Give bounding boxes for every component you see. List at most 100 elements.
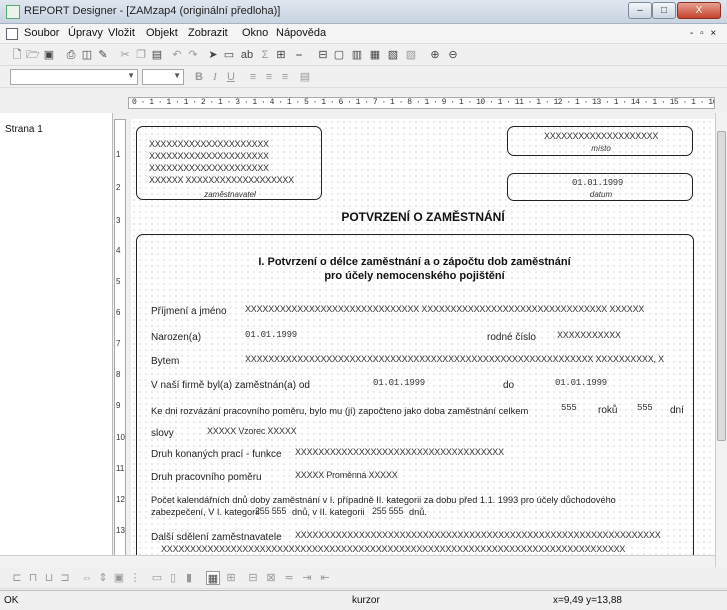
- employment-from-field[interactable]: 01.01.1999: [373, 378, 425, 388]
- section-title-line-1[interactable]: I. Potvrzení o délce zaměstnání a o zápo…: [137, 256, 692, 268]
- place-box[interactable]: XXXXXXXXXXXXXXXXXXXX místo: [507, 126, 693, 156]
- close-button[interactable]: X: [677, 2, 721, 19]
- undo-icon[interactable]: ↶: [170, 48, 184, 62]
- chart-icon[interactable]: ▧: [386, 48, 400, 62]
- tab-back-icon[interactable]: ⇤: [318, 571, 332, 585]
- mdi-controls[interactable]: - ▫ ×: [690, 28, 718, 39]
- field-icon[interactable]: ▭: [222, 48, 236, 62]
- italic-button[interactable]: I: [208, 70, 222, 84]
- more-field[interactable]: XXXXXXXXXXXXXXXXXXXXXXXXXXXXXXXXXXXXXXXX…: [295, 530, 685, 540]
- more-field-line-2[interactable]: XXXXXXXXXXXXXXXXXXXXXXXXXXXXXXXXXXXXXXXX…: [161, 544, 685, 554]
- category-2-field[interactable]: 255 555: [372, 506, 403, 516]
- tab-next-icon[interactable]: ⊠: [264, 571, 278, 585]
- magic-icon[interactable]: ✎: [96, 48, 110, 62]
- same-width-icon[interactable]: ⇔: [80, 571, 94, 585]
- menu-upravy[interactable]: Úpravy: [68, 27, 103, 39]
- align-left-icon[interactable]: ≡: [246, 70, 260, 84]
- relation-field[interactable]: XXXXX Proměnná XXXXX: [295, 470, 398, 480]
- address-field[interactable]: XXXXXXXXXXXXXXXXXXXXXXXXXXXXXXXXXXXXXXXX…: [245, 354, 685, 364]
- text-icon[interactable]: ab: [240, 48, 254, 62]
- date-caption: datum: [589, 190, 613, 199]
- underline-button[interactable]: U: [224, 70, 238, 84]
- maximize-button[interactable]: □: [652, 2, 676, 19]
- snap-icon[interactable]: ⊞: [224, 571, 238, 585]
- object-icon[interactable]: ▨: [404, 48, 418, 62]
- picture-icon[interactable]: ▦: [368, 48, 382, 62]
- employer-line[interactable]: XXXXXXXXXXXXXXXXXXXXX: [149, 163, 269, 173]
- same-height-icon[interactable]: ⇕: [96, 571, 110, 585]
- align-right-obj-icon[interactable]: ⊐: [58, 571, 72, 585]
- align-right-icon[interactable]: ≡: [278, 70, 292, 84]
- paste-icon[interactable]: ▤: [150, 48, 164, 62]
- design-canvas[interactable]: XXXXXXXXXXXXXXXXXXXXX XXXXXXXXXXXXXXXXXX…: [131, 119, 715, 570]
- cut-icon[interactable]: ✂: [118, 48, 132, 62]
- grid-icon[interactable]: ▦: [206, 571, 220, 585]
- align-objects-icon[interactable]: ⊏: [10, 571, 24, 585]
- formula-icon[interactable]: ⊞: [274, 48, 288, 62]
- employer-box[interactable]: XXXXXXXXXXXXXXXXXXXXX XXXXXXXXXXXXXXXXXX…: [136, 126, 322, 200]
- new-icon[interactable]: 🗋: [10, 48, 24, 62]
- main-title[interactable]: POTVRZENÍ O ZAMĚSTNÁNÍ: [131, 210, 715, 224]
- vertical-scrollbar[interactable]: [715, 113, 727, 570]
- menu-okno[interactable]: Okno: [242, 27, 268, 39]
- birth-number-field[interactable]: XXXXXXXXXXX: [557, 330, 621, 340]
- tab-icon[interactable]: ⇥: [300, 571, 314, 585]
- menu-napoveda[interactable]: Nápověda: [276, 27, 326, 39]
- document-icon[interactable]: [6, 28, 18, 40]
- born-field[interactable]: 01.01.1999: [245, 330, 297, 340]
- frame-icon[interactable]: ▢: [332, 48, 346, 62]
- minimize-button[interactable]: –: [628, 2, 652, 19]
- employer-line[interactable]: XXXXXXXXXXXXXXXXXXXXX: [149, 151, 269, 161]
- work-type-field[interactable]: XXXXXXXXXXXXXXXXXXXXXXXXXXXXXXXXXXXX: [295, 447, 504, 457]
- send-back-icon[interactable]: ▯: [166, 571, 180, 585]
- days-field[interactable]: 555: [637, 403, 653, 413]
- spacing-icon[interactable]: ⋮: [128, 571, 142, 585]
- menu-vlozit[interactable]: Vložit: [108, 27, 135, 39]
- zoom-in-icon[interactable]: ⊕: [428, 48, 442, 62]
- align-bottom-icon[interactable]: ⊔: [42, 571, 56, 585]
- save-icon[interactable]: ▣: [42, 48, 56, 62]
- date-value[interactable]: 01.01.1999: [572, 178, 623, 188]
- open-icon[interactable]: 🗁: [26, 48, 40, 62]
- horizontal-scrollbar[interactable]: [0, 555, 715, 567]
- align-center-icon[interactable]: ≡: [262, 70, 276, 84]
- years-field[interactable]: 555: [561, 403, 577, 413]
- align-top-icon[interactable]: ⊓: [26, 571, 40, 585]
- print-icon[interactable]: ⎙: [64, 48, 78, 62]
- tab-prev-icon[interactable]: ≂: [282, 571, 296, 585]
- date-box[interactable]: 01.01.1999 datum: [507, 173, 693, 201]
- employer-line[interactable]: XXXXXX XXXXXXXXXXXXXXXXXXX: [149, 175, 294, 185]
- table-icon[interactable]: ▥: [350, 48, 364, 62]
- font-select[interactable]: ▼: [10, 69, 138, 85]
- place-value[interactable]: XXXXXXXXXXXXXXXXXXXX: [544, 131, 658, 141]
- copy-icon[interactable]: ❐: [134, 48, 148, 62]
- scroll-thumb[interactable]: [717, 131, 726, 441]
- name-field[interactable]: XXXXXXXXXXXXXXXXXXXXXXXXXXXXXX XXXXXXXXX…: [245, 304, 680, 314]
- size-select[interactable]: ▼: [142, 69, 184, 85]
- section-title-line-2[interactable]: pro účely nemocenského pojištění: [137, 270, 692, 282]
- same-size-icon[interactable]: ▣: [112, 571, 126, 585]
- menu-soubor[interactable]: Soubor: [24, 27, 59, 39]
- pointer-icon[interactable]: ➤: [206, 48, 220, 62]
- line-icon[interactable]: ⎯: [292, 48, 306, 62]
- words-field[interactable]: XXXXX Vzorec XXXXX: [207, 426, 296, 436]
- redo-icon[interactable]: ↷: [186, 48, 200, 62]
- chevron-down-icon: ▼: [173, 71, 181, 80]
- menu-objekt[interactable]: Objekt: [146, 27, 178, 39]
- main-form-box[interactable]: I. Potvrzení o délce zaměstnání a o zápo…: [136, 234, 694, 570]
- page-item[interactable]: Strana 1: [5, 124, 43, 135]
- preview-icon[interactable]: ◫: [80, 48, 94, 62]
- sum-icon[interactable]: Σ: [258, 48, 272, 62]
- words-label: slovy: [151, 428, 174, 439]
- order-icon[interactable]: ▮: [182, 571, 196, 585]
- category-1-field[interactable]: 255 555: [255, 506, 286, 516]
- menu-zobrazit[interactable]: Zobrazit: [188, 27, 228, 39]
- tab-order-icon[interactable]: ⊟: [246, 571, 260, 585]
- bold-button[interactable]: B: [192, 70, 206, 84]
- bring-front-icon[interactable]: ▭: [150, 571, 164, 585]
- group-icon[interactable]: ⊟: [316, 48, 330, 62]
- format-icon[interactable]: ▤: [298, 70, 312, 84]
- zoom-out-icon[interactable]: ⊖: [446, 48, 460, 62]
- employment-to-field[interactable]: 01.01.1999: [555, 378, 607, 388]
- employer-line[interactable]: XXXXXXXXXXXXXXXXXXXXX: [149, 139, 269, 149]
